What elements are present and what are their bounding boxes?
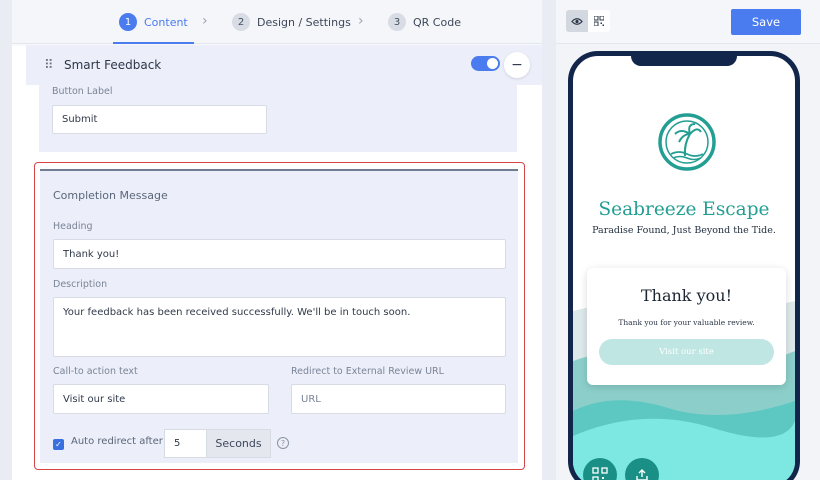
qr-mode-button[interactable] — [588, 10, 610, 32]
cta-label: Call-to action text — [53, 366, 138, 377]
preview-mode-button[interactable] — [566, 10, 588, 32]
eye-icon — [571, 17, 583, 25]
heading-label: Heading — [53, 221, 93, 232]
stepper: 1 Content › 2 Design / Settings › 3 QR C… — [12, 0, 542, 44]
auto-redirect-label: Auto redirect after — [71, 436, 163, 447]
description-textarea[interactable]: Your feedback has been received successf… — [53, 297, 506, 357]
checkbox-check-icon: ✓ — [55, 440, 62, 449]
qr-code-fab-icon — [592, 467, 608, 480]
card-description: Thank you for your valuable review. — [618, 318, 755, 327]
description-value: Your feedback has been received successf… — [63, 307, 411, 318]
preview-toolbar: Save — [556, 0, 820, 44]
step-label: Content — [144, 15, 188, 29]
step-number: 2 — [232, 13, 250, 31]
step-content[interactable]: 1 Content — [113, 0, 194, 44]
phone-notch — [631, 56, 737, 66]
heading-value: Thank you! — [63, 248, 120, 260]
chevron-right-icon: › — [202, 13, 208, 29]
completion-message-title: Completion Message — [53, 189, 168, 202]
step-number: 3 — [388, 13, 406, 31]
seconds-unit-addon: Seconds — [206, 429, 271, 458]
button-label-value: Submit — [62, 114, 98, 125]
cta-input[interactable]: Visit our site — [53, 384, 269, 414]
step-label: Design / Settings — [257, 15, 351, 29]
toggle-knob — [487, 58, 498, 69]
help-icon[interactable]: ? — [277, 437, 289, 449]
visit-site-button[interactable]: Visit our site — [599, 339, 774, 365]
preview-panel: Save Seabreeze Escape Paradise Found, Ju… — [556, 0, 820, 480]
redirect-url-label: Redirect to External Review URL — [291, 366, 444, 377]
phone-preview: Seabreeze Escape Paradise Found, Just Be… — [568, 51, 800, 480]
heading-input[interactable]: Thank you! — [53, 239, 506, 269]
chevron-right-icon: › — [358, 13, 364, 29]
step-design-settings[interactable]: 2 Design / Settings — [232, 0, 351, 44]
save-button[interactable]: Save — [731, 9, 801, 35]
smart-feedback-title: Smart Feedback — [64, 58, 162, 72]
completion-message-highlight: Completion Message Heading Thank you! De… — [34, 162, 525, 470]
qr-icon — [594, 16, 604, 26]
collapse-button[interactable]: − — [504, 52, 530, 78]
redirect-seconds-input[interactable]: 5 — [164, 429, 207, 458]
brand-name: Seabreeze Escape — [598, 199, 770, 220]
minus-icon: − — [511, 57, 523, 73]
resort-logo-icon — [658, 113, 716, 171]
thank-you-card: Thank you! Thank you for your valuable r… — [587, 268, 786, 385]
step-label: QR Code — [413, 15, 461, 29]
smart-feedback-body: Button Label Submit — [39, 85, 517, 152]
redirect-url-placeholder: URL — [301, 393, 321, 405]
smart-feedback-header: ⠿ Smart Feedback − — [26, 45, 542, 85]
step-number: 1 — [119, 13, 137, 31]
card-heading: Thank you! — [640, 286, 732, 305]
step-qr-code[interactable]: 3 QR Code — [388, 0, 461, 44]
share-icon — [636, 469, 648, 480]
completion-message-section: Completion Message Heading Thank you! De… — [40, 169, 518, 463]
seconds-unit-label: Seconds — [215, 437, 262, 450]
redirect-url-input[interactable]: URL — [291, 384, 506, 414]
button-label-input[interactable]: Submit — [52, 105, 267, 134]
auto-redirect-checkbox[interactable]: ✓ — [53, 439, 64, 450]
smart-feedback-toggle[interactable] — [471, 56, 500, 71]
button-label-label: Button Label — [52, 86, 113, 97]
drag-handle-icon[interactable]: ⠿ — [44, 58, 54, 73]
editor-panel: 1 Content › 2 Design / Settings › 3 QR C… — [12, 0, 542, 480]
redirect-seconds-value: 5 — [174, 438, 181, 449]
cta-value: Visit our site — [63, 393, 126, 405]
description-label: Description — [53, 279, 108, 290]
brand-tagline: Paradise Found, Just Beyond the Tide. — [592, 225, 776, 236]
